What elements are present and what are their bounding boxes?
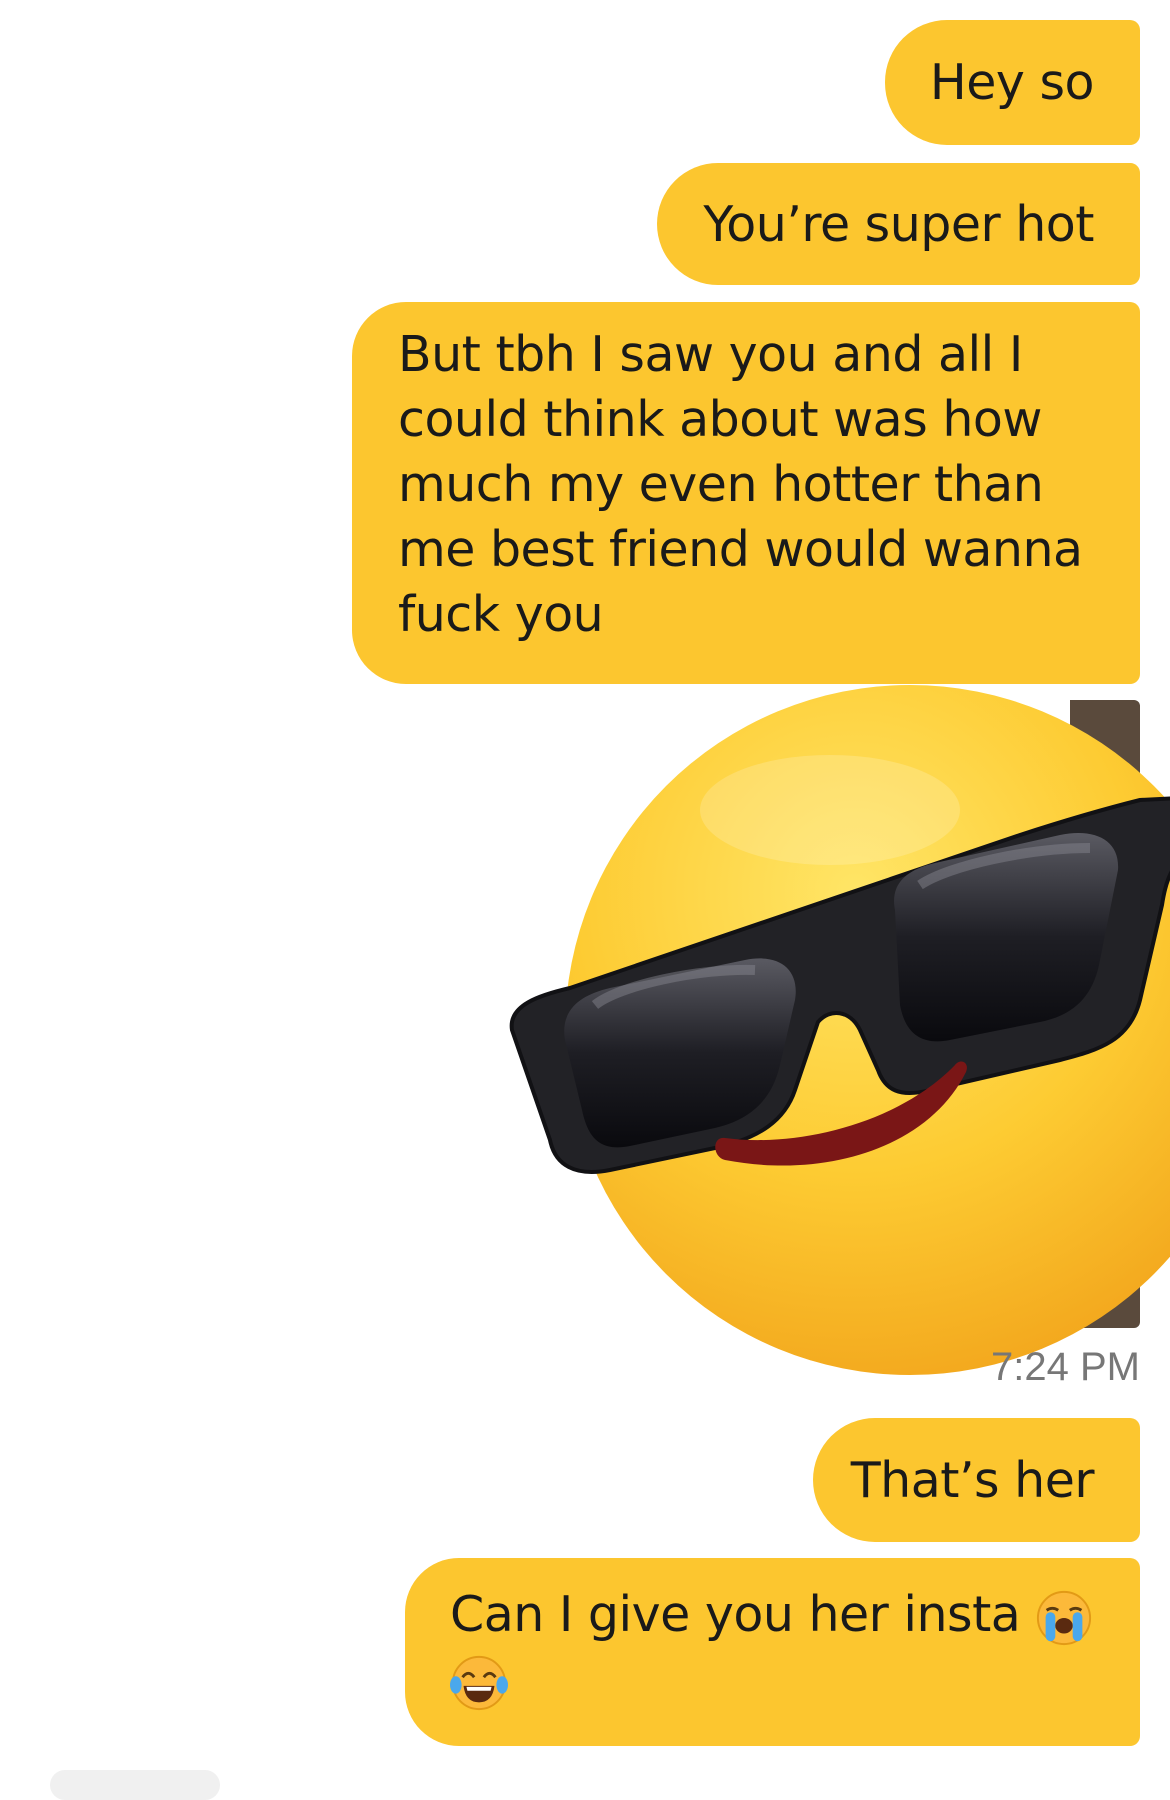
sunglasses-emoji-sticker[interactable] [500,670,1170,1390]
message-timestamp: 7:24 PM [991,1345,1140,1389]
message-bubble[interactable]: That’s her [813,1418,1140,1542]
loudly-crying-face-icon [1037,1590,1092,1645]
input-area-edge [50,1770,220,1800]
message-text: Can I give you her insta [450,1586,1021,1643]
message-text-line: me best friend would wanna [398,521,1083,578]
message-bubble[interactable]: You’re super hot [657,163,1140,285]
message-bubble[interactable]: Can I give you her insta [405,1558,1140,1746]
message-text: That’s her [850,1451,1095,1509]
message-text: Hey so [929,54,1095,111]
message-text: You’re super hot [703,195,1094,253]
face-with-tears-of-joy-icon [450,1655,508,1710]
message-bubble[interactable]: But tbh I saw you and all I could think … [352,302,1140,684]
message-text-line: much my even hotter than [398,456,1044,513]
message-text-line: could think about was how [398,391,1042,448]
message-text-line: But tbh I saw you and all I [398,326,1023,383]
message-text-line: fuck you [398,586,604,643]
message-bubble[interactable]: Hey so [885,20,1140,145]
